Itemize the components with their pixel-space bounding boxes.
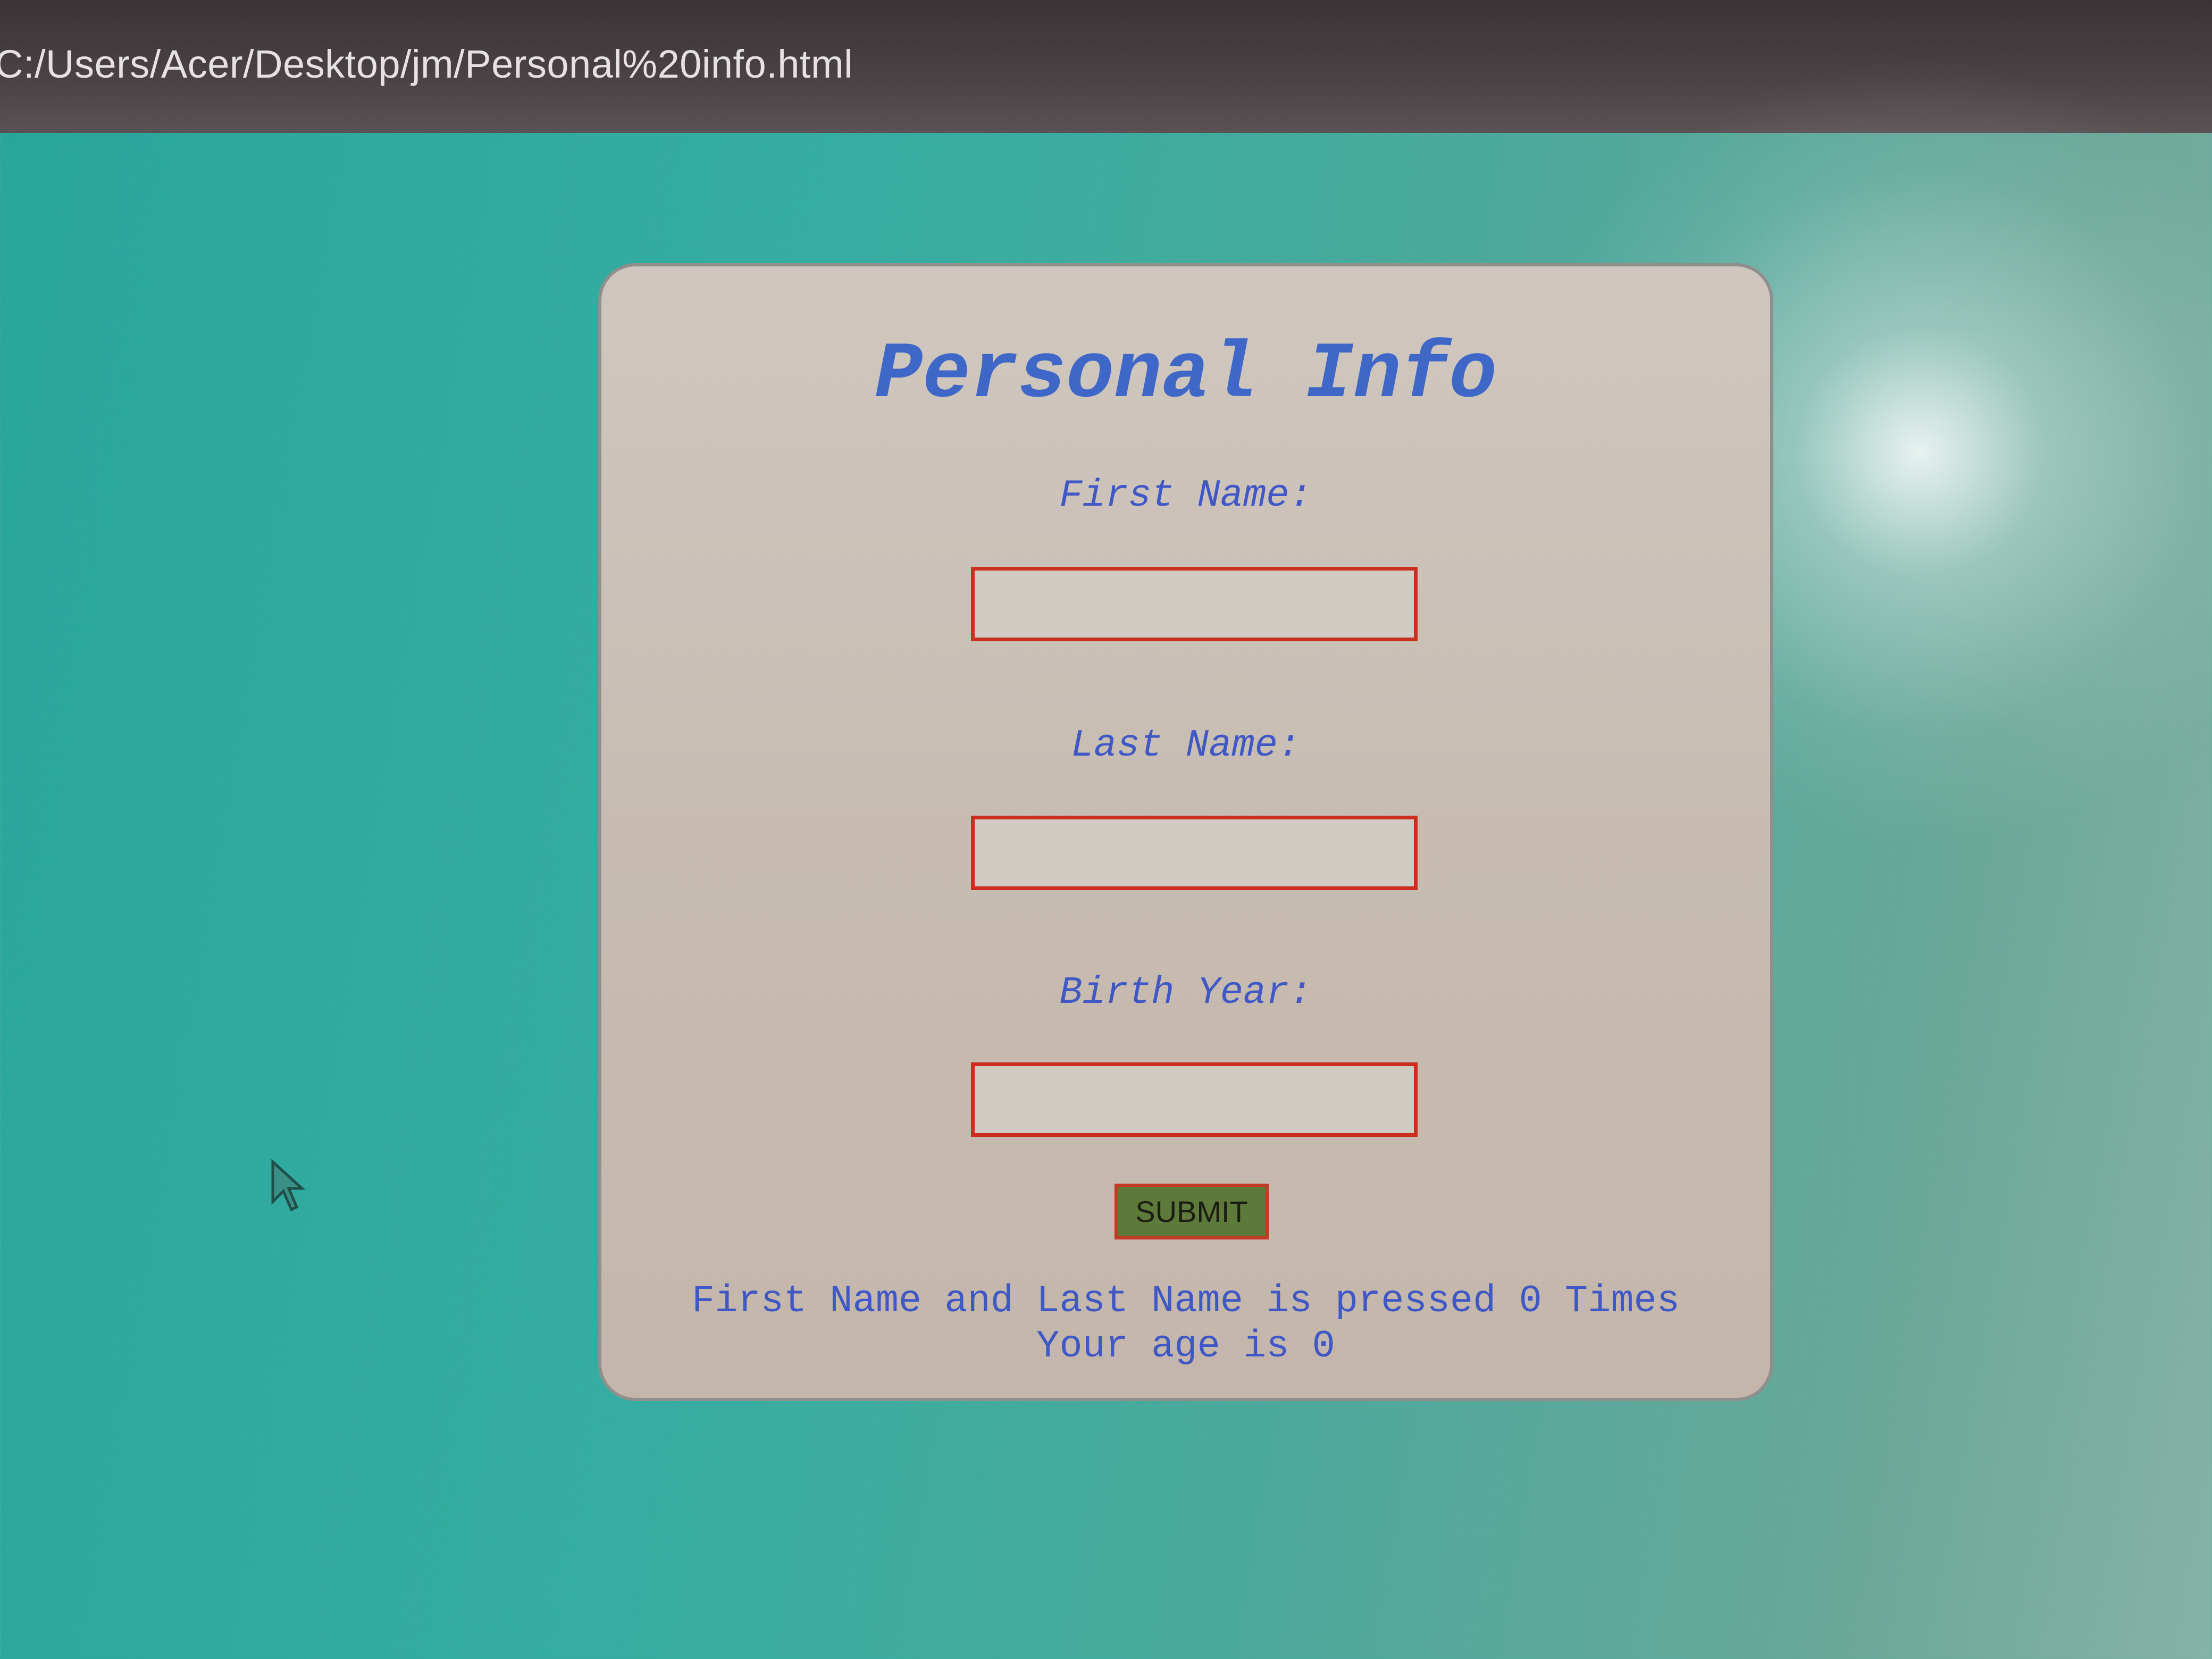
browser-address-bar[interactable]: C:/Users/Acer/Desktop/jm/Personal%20info…	[0, 0, 2212, 133]
first-name-input[interactable]	[971, 567, 1418, 641]
press-count-text: First Name and Last Name is pressed 0 Ti…	[692, 1279, 1680, 1323]
page-title: Personal Info	[874, 330, 1497, 421]
birth-year-input[interactable]	[971, 1062, 1418, 1137]
birth-year-label: Birth Year:	[1059, 971, 1312, 1015]
mouse-pointer-icon	[271, 1159, 306, 1212]
first-name-label: First Name:	[1059, 474, 1312, 517]
age-text: Your age is 0	[1036, 1325, 1335, 1368]
last-name-label: Last Name:	[1070, 724, 1301, 767]
submit-button[interactable]: SUBMIT	[1115, 1184, 1269, 1239]
last-name-input[interactable]	[971, 816, 1418, 890]
address-url[interactable]: C:/Users/Acer/Desktop/jm/Personal%20info…	[0, 41, 853, 87]
personal-info-card: Personal Info First Name: Last Name: Bir…	[598, 263, 1773, 1401]
